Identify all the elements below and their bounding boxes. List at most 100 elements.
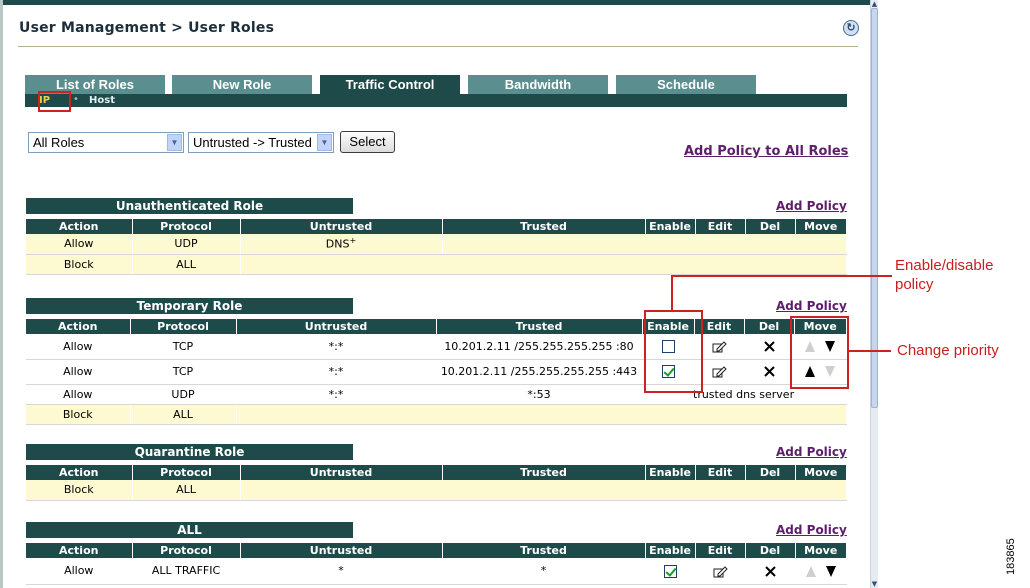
priority-callout-line [849, 350, 891, 352]
add-policy-link[interactable]: Add Policy [776, 445, 847, 459]
chevron-down-icon: ▼ [317, 134, 332, 151]
col-edit: Edit [695, 543, 746, 558]
cell-action: Block [26, 404, 131, 425]
enable-callout-line [671, 275, 892, 277]
table-row: Allow TCP *:* 10.201.2.11 /255.255.255.2… [26, 334, 847, 360]
scrollbar-thumb[interactable] [871, 8, 878, 408]
col-action: Action [26, 465, 133, 480]
cell-del [744, 334, 795, 360]
help-refresh-icon[interactable]: ↻ [843, 20, 859, 36]
subtab-host[interactable]: Host [89, 95, 115, 106]
tab-bandwidth[interactable]: Bandwidth [468, 75, 608, 94]
cell-untrusted: *:* [236, 359, 437, 385]
add-policy-link[interactable]: Add Policy [776, 299, 847, 313]
edit-icon[interactable] [712, 340, 727, 353]
title-divider [18, 46, 858, 47]
col-protocol: Protocol [132, 219, 241, 234]
role-select-value: All Roles [33, 135, 85, 150]
section-title-unauthenticated: Unauthenticated Role [26, 198, 353, 214]
subtab-separator: • [73, 94, 79, 105]
table-row: Allow TCP *:* 10.201.2.11 /255.255.255.2… [26, 359, 847, 385]
delete-icon[interactable] [763, 340, 776, 353]
col-edit: Edit [695, 219, 746, 234]
cell-trusted: 10.201.2.11 /255.255.255.255 :80 [436, 334, 643, 360]
table-row: Block ALL [26, 254, 847, 275]
temporary-policy-table: Action Protocol Untrusted Trusted Enable… [26, 319, 847, 425]
col-del: Del [745, 543, 796, 558]
cell-protocol: TCP [130, 334, 237, 360]
delete-icon[interactable] [763, 365, 776, 378]
col-move: Move [795, 465, 846, 480]
unauthenticated-policy-table: Action Protocol Untrusted Trusted Enable… [26, 219, 847, 275]
page-title: User Management > User Roles [19, 20, 275, 36]
scroll-up-icon[interactable]: ▲ [871, 0, 878, 8]
cell-enable [645, 558, 696, 585]
col-untrusted: Untrusted [240, 219, 443, 234]
add-policy-link[interactable]: Add Policy [776, 199, 847, 213]
figure-id: 183865 [1005, 538, 1017, 575]
tab-schedule[interactable]: Schedule [616, 75, 756, 94]
add-policy-link[interactable]: Add Policy [776, 523, 847, 537]
edit-icon[interactable] [712, 365, 727, 378]
table-row: Block ALL [26, 480, 847, 501]
cell-trusted: *:53 [436, 384, 643, 405]
cell-move [795, 558, 847, 585]
left-edge [0, 0, 3, 588]
quarantine-policy-table: Action Protocol Untrusted Trusted Enable… [26, 465, 847, 501]
cell-empty [240, 480, 847, 501]
role-select[interactable]: All Roles ▼ [28, 132, 184, 153]
col-action: Action [26, 543, 133, 558]
cell-protocol: ALL TRAFFIC [132, 558, 241, 585]
col-protocol: Protocol [132, 465, 241, 480]
ip-highlight-box [38, 91, 71, 112]
col-protocol: Protocol [132, 543, 241, 558]
col-trusted: Trusted [442, 543, 646, 558]
cell-trusted [442, 234, 847, 255]
cell-action: Block [26, 480, 133, 501]
cell-del [745, 558, 796, 585]
vertical-scrollbar[interactable]: ▲ ▼ [870, 0, 878, 588]
cell-empty [240, 254, 847, 275]
all-policy-table: Action Protocol Untrusted Trusted Enable… [26, 543, 847, 585]
enable-callout-text: Enable/disable policy [895, 256, 993, 294]
move-down-icon[interactable] [825, 565, 837, 578]
col-untrusted: Untrusted [240, 543, 443, 558]
cell-untrusted: *:* [236, 334, 437, 360]
col-enable: Enable [645, 219, 696, 234]
col-enable: Enable [645, 465, 696, 480]
move-up-disabled-icon [805, 565, 817, 578]
enable-callout-line [671, 276, 673, 311]
tab-new-role[interactable]: New Role [172, 75, 312, 94]
section-title-temporary: Temporary Role [26, 298, 353, 314]
col-untrusted: Untrusted [236, 319, 437, 334]
col-action: Action [26, 319, 131, 334]
col-del: Del [745, 465, 796, 480]
policy-description: trusted dns server [693, 388, 795, 401]
select-button[interactable]: Select [340, 131, 395, 153]
main-tabs: List of Roles New Role Traffic Control B… [25, 75, 847, 94]
cell-action: Allow [26, 234, 133, 255]
enable-checkbox[interactable] [663, 564, 677, 578]
table-row: Block ALL [26, 404, 847, 425]
cell-protocol: UDP [132, 234, 241, 255]
cell-trusted: * [442, 558, 646, 585]
chevron-down-icon: ▼ [167, 134, 182, 151]
direction-select[interactable]: Untrusted -> Trusted ▼ [188, 132, 334, 153]
col-protocol: Protocol [130, 319, 237, 334]
enable-callout-line2: policy [895, 276, 934, 293]
tab-traffic-control[interactable]: Traffic Control [320, 75, 460, 94]
cell-untrusted-value: DNS [325, 238, 350, 252]
col-trusted: Trusted [442, 219, 646, 234]
edit-icon[interactable] [713, 565, 728, 578]
cell-protocol: ALL [132, 254, 241, 275]
col-untrusted: Untrusted [240, 465, 443, 480]
add-policy-all-roles-link[interactable]: Add Policy to All Roles [684, 144, 848, 159]
cell-action: Allow [26, 558, 133, 585]
scroll-down-icon[interactable]: ▼ [871, 580, 878, 588]
cell-del [744, 359, 795, 385]
col-trusted: Trusted [436, 319, 643, 334]
delete-icon[interactable] [764, 565, 777, 578]
cell-trusted: 10.201.2.11 /255.255.255.255 :443 [436, 359, 643, 385]
direction-select-value: Untrusted -> Trusted [193, 135, 312, 150]
cell-edit [695, 558, 746, 585]
